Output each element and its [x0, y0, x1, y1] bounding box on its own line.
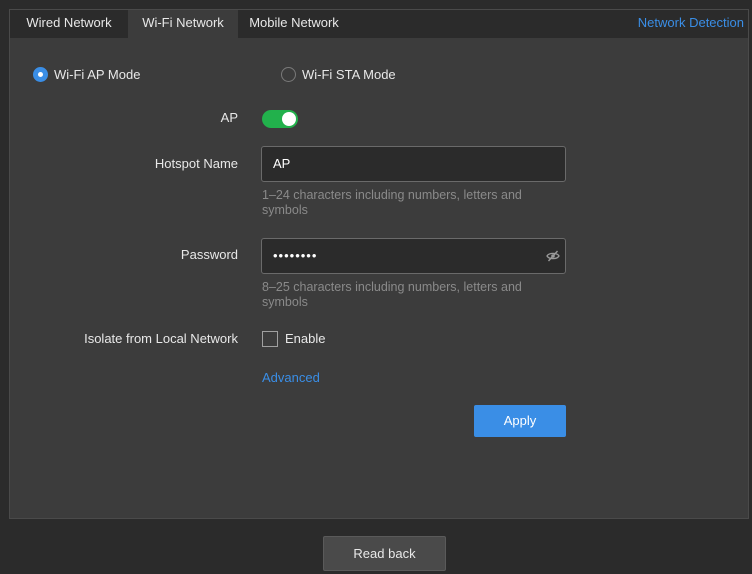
hotspot-name-input[interactable]: AP [261, 146, 566, 182]
password-label: Password [180, 247, 238, 262]
network-detection-link[interactable]: Network Detection [638, 10, 744, 38]
radio-checked-icon[interactable] [33, 66, 48, 82]
read-back-button[interactable]: Read back [323, 536, 446, 571]
tab-bar: Wired Network Wi-Fi Network Mobile Netwo… [10, 10, 748, 38]
hotspot-name-hint: 1–24 characters including numbers, lette… [262, 188, 522, 217]
advanced-link[interactable]: Advanced [262, 370, 320, 385]
eye-slash-icon[interactable] [546, 249, 560, 263]
wifi-ap-mode-radio[interactable]: Wi-Fi AP Mode [33, 64, 140, 84]
isolate-enable-checkbox[interactable] [262, 331, 278, 347]
apply-button[interactable]: Apply [474, 405, 566, 437]
isolate-local-network-label: Isolate from Local Network [84, 331, 238, 346]
wifi-sta-mode-radio[interactable]: Wi-Fi STA Mode [281, 64, 396, 84]
tab-wifi-network[interactable]: Wi-Fi Network [128, 10, 238, 38]
wifi-sta-mode-label: Wi-Fi STA Mode [302, 66, 396, 82]
radio-unchecked-icon[interactable] [281, 66, 296, 82]
hotspot-name-label: Hotspot Name [154, 156, 238, 171]
tab-mobile-network[interactable]: Mobile Network [238, 10, 350, 38]
ap-label: AP [220, 110, 238, 125]
ap-toggle[interactable] [262, 110, 298, 128]
password-hint: 8–25 characters including numbers, lette… [262, 280, 522, 309]
tab-wired-network[interactable]: Wired Network [10, 10, 128, 38]
password-input[interactable]: •••••••• [261, 238, 566, 274]
wifi-ap-mode-label: Wi-Fi AP Mode [54, 66, 141, 82]
isolate-enable-label[interactable]: Enable [285, 331, 325, 346]
